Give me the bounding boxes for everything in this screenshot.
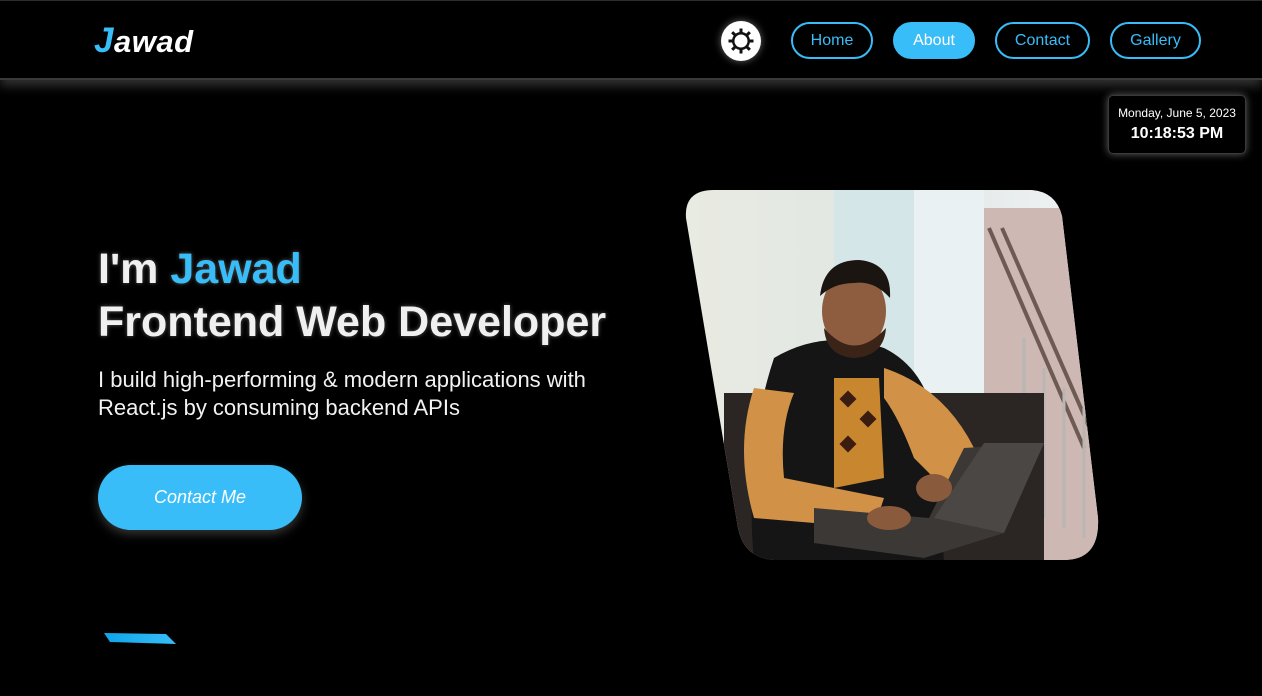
hero-description: I build high-performing & modern applica… — [98, 367, 586, 420]
profile-photo — [684, 188, 1102, 562]
nav-gallery-link[interactable]: Gallery — [1110, 22, 1201, 59]
logo[interactable]: Jawad — [94, 21, 194, 61]
nav-contact-link[interactable]: Contact — [995, 22, 1090, 59]
hero-role: Frontend Web Developer — [98, 298, 607, 346]
page: Jawad Home About Contact Gallery Monday,… — [0, 0, 1262, 696]
hero-greeting-prefix: I'm — [98, 245, 171, 293]
hero-name: Jawad — [170, 245, 302, 293]
hero-greeting: I'm Jawad — [98, 245, 302, 294]
clock-time: 10:18:53 PM — [1130, 125, 1224, 142]
nav-about-link[interactable]: About — [893, 22, 975, 59]
nav-home-link[interactable]: Home — [791, 22, 873, 59]
logo-text: awad — [113, 24, 194, 59]
contact-me-button[interactable]: Contact Me — [98, 465, 302, 530]
navbar: Jawad Home About Contact Gallery — [0, 1, 1262, 80]
sun-icon — [728, 28, 754, 54]
clock-date: Monday, June 5, 2023 — [1118, 106, 1236, 120]
clock-widget: Monday, June 5, 2023 10:18:53 PM — [1108, 95, 1246, 154]
decorative-accent-bar — [104, 633, 176, 644]
logo-initial: J — [94, 21, 114, 60]
theme-toggle-button[interactable] — [721, 21, 761, 61]
